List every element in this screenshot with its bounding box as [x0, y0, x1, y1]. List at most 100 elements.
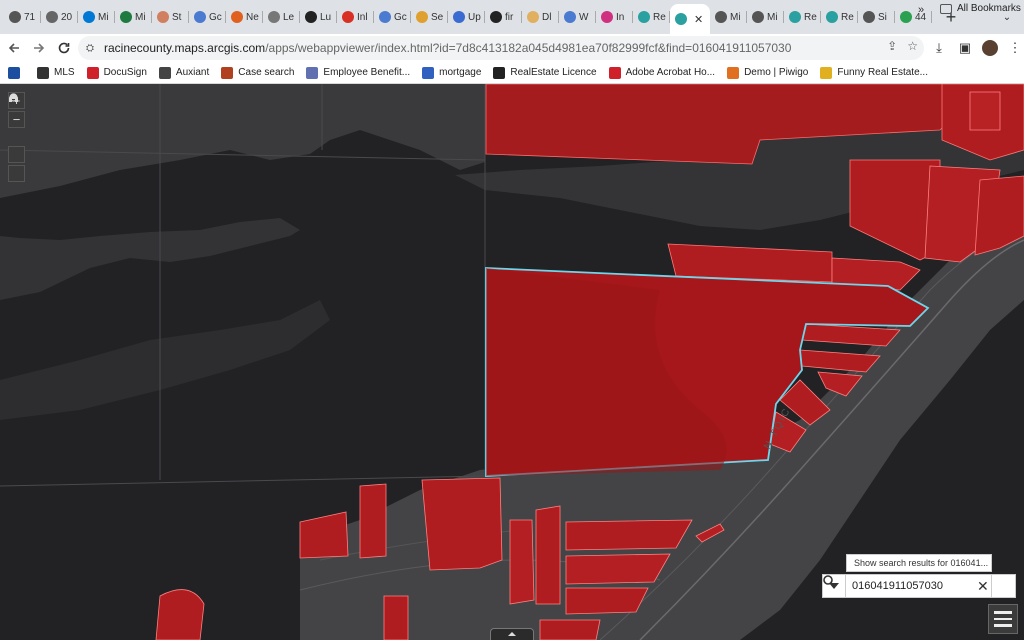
bookmark-item[interactable]: RealEstate Licence: [493, 66, 597, 79]
address-bar[interactable]: ⛭ racinecounty.maps.arcgis.com/apps/weba…: [78, 36, 924, 60]
bookmark-item[interactable]: Auxiant: [158, 66, 210, 79]
tab-label: Si: [878, 11, 887, 23]
tab-label: Mi: [730, 11, 741, 23]
browser-tab[interactable]: Inl: [337, 4, 374, 30]
browser-tab[interactable]: Le: [263, 4, 300, 30]
bookmarks-bar: MLS DocuSign Auxiant Case search Employee Be…: [0, 62, 1024, 84]
browser-tab[interactable]: Si: [858, 4, 895, 30]
parcel: [383, 595, 409, 640]
bookmark-item[interactable]: Employee Benefit...: [306, 66, 410, 79]
map-icon: [789, 11, 801, 23]
browser-tab[interactable]: Lu: [300, 4, 337, 30]
bookmark-item[interactable]: [8, 66, 25, 79]
profile-avatar[interactable]: [982, 40, 998, 56]
browser-tab[interactable]: W: [559, 4, 596, 30]
github-icon: [9, 11, 21, 23]
browser-tab[interactable]: Dl: [522, 4, 559, 30]
browser-tab[interactable]: In: [596, 4, 633, 30]
instagram-icon: [601, 11, 613, 23]
tab-label: Mi: [98, 11, 109, 23]
browser-tab[interactable]: Re: [784, 4, 821, 30]
parcel: [155, 589, 205, 640]
site-info-icon[interactable]: ⛭: [86, 43, 94, 54]
map-icon: [675, 13, 687, 25]
star-icon[interactable]: ☆: [907, 39, 918, 53]
browser-tab[interactable]: 71: [4, 4, 41, 30]
tab-label: In: [616, 11, 625, 23]
browser-tab[interactable]: Gc: [374, 4, 411, 30]
bookmark-item[interactable]: DocuSign: [86, 66, 147, 79]
browser-tab[interactable]: Up: [448, 4, 485, 30]
clear-search-icon[interactable]: ✕: [977, 578, 989, 595]
arrow-left-icon: [8, 43, 19, 53]
download-icon[interactable]: ⤓: [930, 37, 948, 59]
terrain-shading: [0, 218, 300, 300]
docs-icon: [194, 11, 206, 23]
reload-button[interactable]: [53, 37, 75, 59]
bookmark-item[interactable]: Demo | Piwigo: [727, 66, 809, 79]
search-results-tooltip[interactable]: Show search results for 016041...: [846, 554, 992, 572]
parcel: [565, 587, 649, 615]
case-search-icon: [221, 66, 234, 79]
bookmark-item[interactable]: Case search: [221, 66, 295, 79]
zoom-out-button[interactable]: −: [8, 111, 25, 128]
forward-button[interactable]: [28, 37, 50, 59]
mortgage-icon: [422, 66, 435, 79]
bookmark-label: Demo | Piwigo: [744, 67, 809, 78]
terrain-shading: [0, 84, 485, 198]
locate-icon: [9, 93, 18, 102]
browser-tab[interactable]: fir: [485, 4, 522, 30]
docs-icon: [379, 11, 391, 23]
tab-label: Se: [431, 11, 444, 23]
tab-active[interactable]: ✕: [670, 4, 710, 34]
maps-pin-icon: [900, 11, 912, 23]
search-button[interactable]: [823, 574, 1016, 598]
asterisk-icon: [231, 11, 243, 23]
tab-label: Re: [804, 11, 817, 23]
map-view[interactable]: N TQIC + − Show search results for 01604…: [0, 84, 1024, 640]
parcel: [509, 519, 535, 605]
back-button[interactable]: [3, 37, 25, 59]
clock-icon: [46, 11, 58, 23]
browser-toolbar: ⛭ racinecounty.maps.arcgis.com/apps/weba…: [0, 34, 1024, 62]
globe-icon: [268, 11, 280, 23]
bookmark-item[interactable]: Funny Real Estate...: [820, 66, 928, 79]
bookmark-item[interactable]: MLS: [37, 66, 75, 79]
browser-tab[interactable]: Re: [821, 4, 858, 30]
browser-tab[interactable]: Se: [411, 4, 448, 30]
browser-tab[interactable]: Ne: [226, 4, 263, 30]
search-input[interactable]: [846, 574, 992, 598]
folder-icon: [940, 3, 952, 14]
bookmark-item[interactable]: Adobe Acrobat Ho...: [608, 66, 715, 79]
all-bookmarks-button[interactable]: All Bookmarks: [940, 3, 1021, 14]
browser-tab[interactable]: 20: [41, 4, 78, 30]
tab-label: Gc: [394, 11, 407, 23]
attribute-table-toggle[interactable]: [490, 628, 534, 640]
bookmark-label: Auxiant: [175, 67, 210, 78]
browser-tab[interactable]: Re: [633, 4, 670, 30]
browser-tab[interactable]: Mi: [710, 4, 747, 30]
share-icon[interactable]: ⇪: [887, 39, 897, 53]
bookmark-item[interactable]: mortgage: [422, 66, 482, 79]
bookmark-label: Case search: [238, 67, 295, 78]
browser-tab[interactable]: Mi: [78, 4, 115, 30]
tab-label: 20: [61, 11, 73, 23]
browser-tab[interactable]: St: [152, 4, 189, 30]
kebab-menu-icon[interactable]: ⋮: [1006, 37, 1024, 59]
tab-label: Gc: [209, 11, 222, 23]
browser-tab[interactable]: Gc: [189, 4, 226, 30]
home-button[interactable]: [8, 93, 25, 163]
url-path: /apps/webappviewer/index.html?id=7d8c413…: [265, 41, 792, 55]
parcel: [535, 505, 561, 605]
bookmarks-overflow-button[interactable]: »: [918, 4, 924, 16]
widget-menu-button[interactable]: [988, 604, 1018, 634]
bookmark-label: mortgage: [439, 67, 482, 78]
browser-tab[interactable]: 44: [895, 4, 932, 30]
tab-strip: 71 20 Mi Mi St Gc Ne Le Lu Inl Gc Se Up fir Dl W In Re ✕ Mi…: [0, 0, 1024, 34]
my-location-button[interactable]: [8, 93, 25, 182]
close-tab-icon[interactable]: ✕: [694, 13, 703, 26]
browser-tab[interactable]: Mi: [115, 4, 152, 30]
pin-icon: [564, 11, 576, 23]
browser-tab[interactable]: Mi: [747, 4, 784, 30]
side-panel-icon[interactable]: ▣: [956, 37, 974, 59]
